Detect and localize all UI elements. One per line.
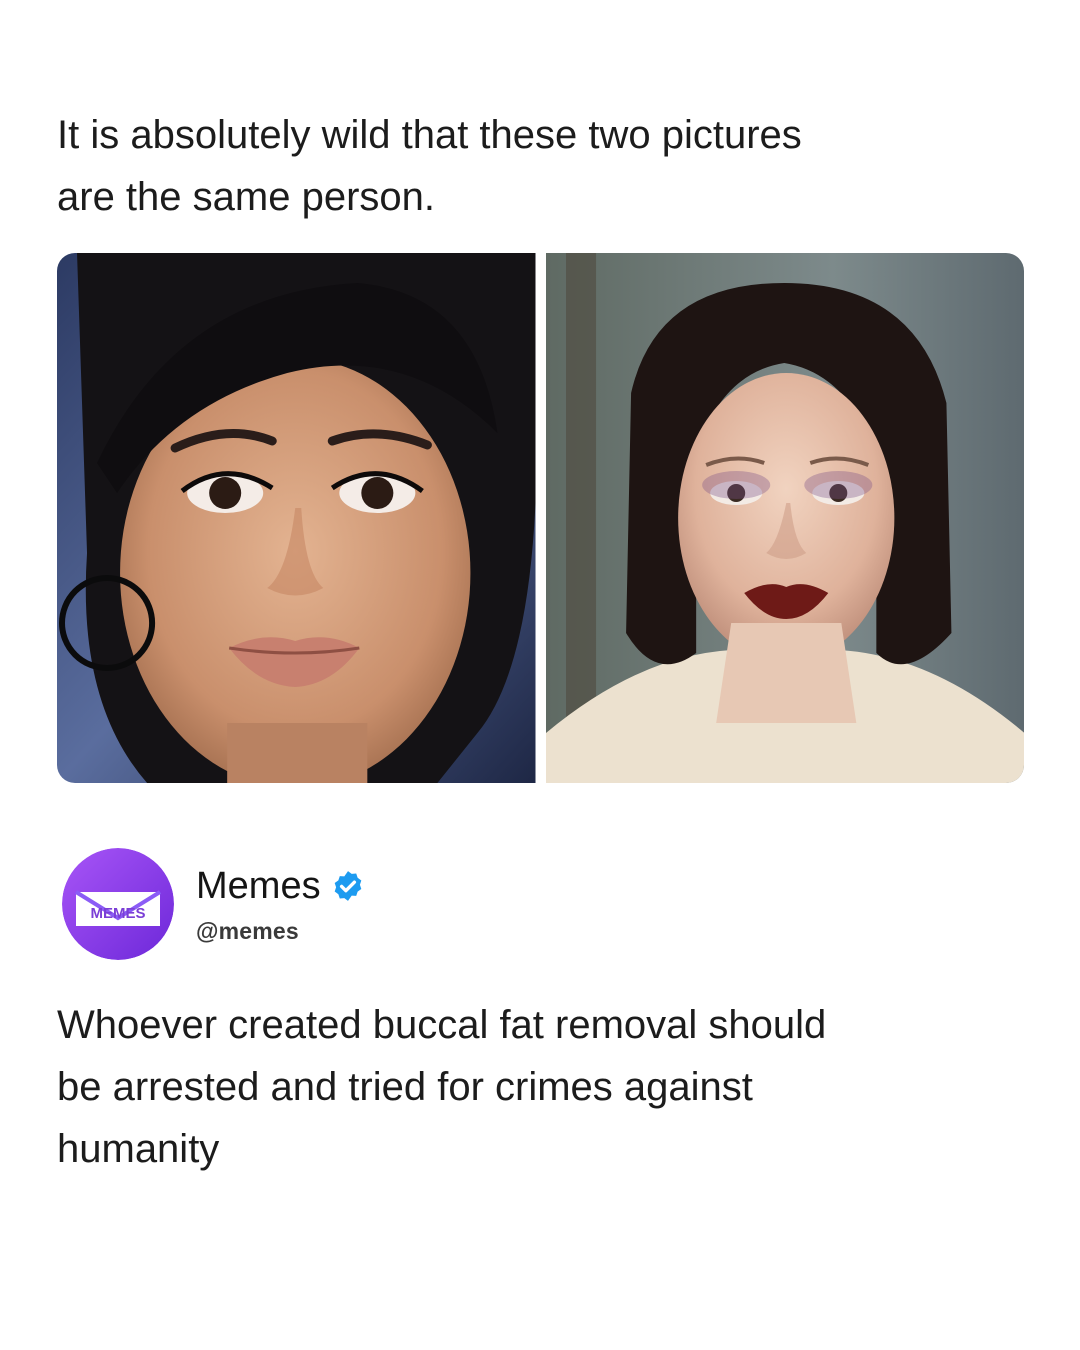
quoted-author[interactable]: MEMES Memes @memes [62, 848, 365, 960]
photo-right[interactable] [545, 253, 1024, 783]
name-row: Memes [196, 864, 365, 908]
portrait-photo-left [57, 253, 536, 783]
memes-logo-icon: MEMES [62, 848, 174, 960]
handle[interactable]: @memes [196, 918, 365, 945]
media-grid [57, 253, 1024, 783]
post-caption: It is absolutely wild that these two pic… [57, 113, 802, 219]
portrait-photo-right [545, 253, 1024, 783]
avatar-label: MEMES [90, 905, 145, 922]
verified-badge-icon [334, 870, 361, 901]
display-name[interactable]: Memes [196, 864, 321, 908]
quoted-text: Whoever created buccal fat removal shoul… [57, 1003, 827, 1171]
author-meta: Memes @memes [196, 864, 365, 945]
avatar[interactable]: MEMES [62, 848, 174, 960]
photo-left[interactable] [57, 253, 536, 783]
